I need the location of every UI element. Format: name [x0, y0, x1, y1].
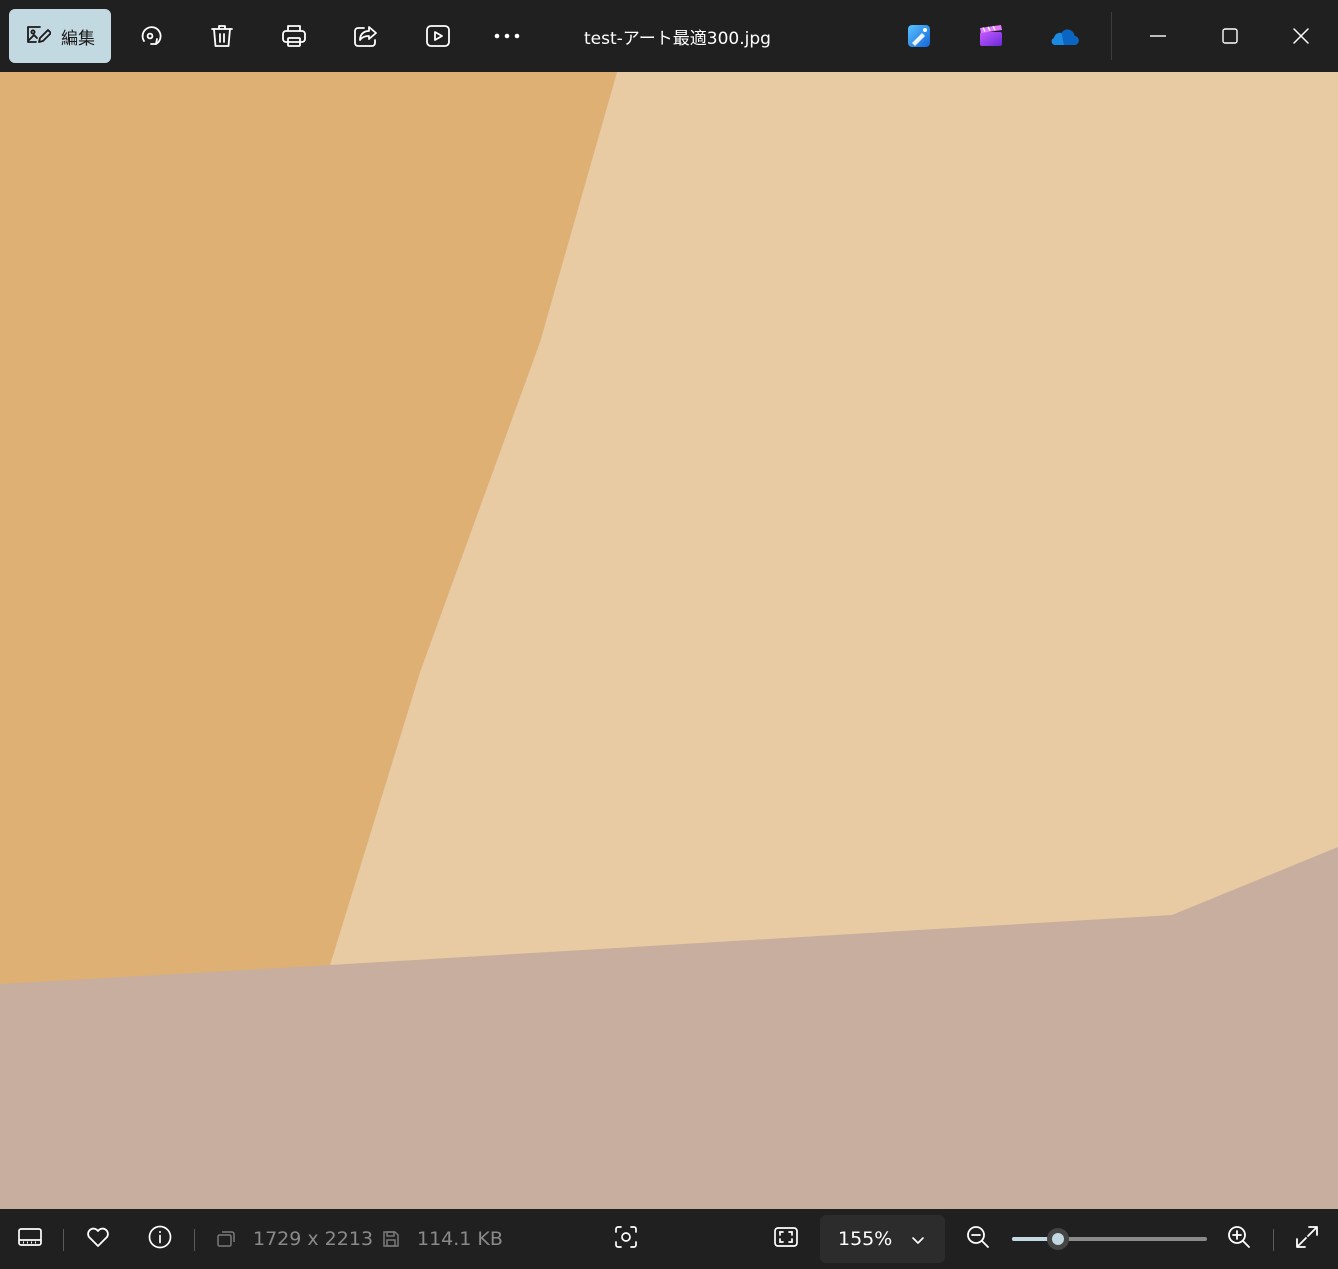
onedrive-button[interactable]	[1041, 14, 1085, 58]
file-title: test-アート最適300.jpg	[584, 29, 771, 49]
top-toolbar: 編集 test-アート最適300.jpg	[0, 0, 1338, 72]
favorite-button[interactable]	[78, 1219, 118, 1259]
photos-app-window: 編集 test-アート最適300.jpg 1729 x 2213 114.1 K…	[0, 0, 1338, 1269]
zoom-out-icon	[965, 1224, 991, 1254]
edit-button[interactable]: 編集	[9, 9, 111, 63]
slideshow-icon	[424, 23, 452, 49]
status-divider	[194, 1229, 195, 1251]
zoom-in-button[interactable]	[1219, 1219, 1259, 1259]
maximize-icon	[1221, 27, 1239, 45]
toolbar-divider	[1111, 12, 1112, 60]
more-options-button[interactable]	[485, 14, 529, 58]
photo-editor-app-button[interactable]	[897, 14, 941, 58]
filmstrip-icon	[17, 1226, 43, 1252]
rotate-icon	[136, 22, 164, 50]
trash-icon	[209, 23, 235, 49]
clipchamp-app-button[interactable]	[969, 14, 1013, 58]
heart-icon	[85, 1225, 111, 1253]
edit-image-icon	[25, 22, 52, 51]
photo-editor-app-icon	[906, 23, 932, 49]
file-info-button[interactable]	[140, 1219, 180, 1259]
chevron-down-icon	[911, 1228, 925, 1250]
image-canvas[interactable]	[0, 72, 1338, 1209]
file-size: 114.1 KB	[417, 1228, 503, 1250]
slideshow-button[interactable]	[416, 14, 460, 58]
print-icon	[280, 23, 308, 49]
filmstrip-button[interactable]	[10, 1219, 50, 1259]
zoom-level-value: 155%	[838, 1228, 893, 1250]
print-button[interactable]	[272, 14, 316, 58]
maximize-button[interactable]	[1208, 14, 1252, 58]
close-icon	[1292, 27, 1310, 45]
delete-button[interactable]	[200, 14, 244, 58]
fit-to-window-button[interactable]	[766, 1219, 806, 1259]
zoom-slider-thumb[interactable]	[1046, 1228, 1069, 1250]
fullscreen-icon	[1294, 1224, 1320, 1254]
edit-button-label: 編集	[61, 28, 95, 49]
share-button[interactable]	[344, 14, 388, 58]
clipchamp-app-icon	[977, 23, 1005, 49]
minimize-button[interactable]	[1136, 14, 1180, 58]
rotate-button[interactable]	[128, 14, 172, 58]
dimensions-icon	[216, 1230, 236, 1252]
status-divider	[63, 1229, 64, 1251]
image-dimensions: 1729 x 2213	[253, 1228, 374, 1250]
displayed-image	[0, 72, 1338, 1209]
share-icon	[352, 23, 380, 49]
fullscreen-button[interactable]	[1287, 1219, 1327, 1259]
fit-to-window-icon	[773, 1226, 799, 1252]
status-divider	[1273, 1229, 1274, 1251]
visual-search-icon	[613, 1224, 639, 1254]
more-icon	[493, 32, 521, 40]
visual-search-button[interactable]	[606, 1219, 646, 1259]
zoom-level-dropdown[interactable]: 155%	[820, 1215, 945, 1263]
zoom-in-icon	[1226, 1224, 1252, 1254]
zoom-slider[interactable]	[1012, 1228, 1207, 1250]
close-button[interactable]	[1279, 14, 1323, 58]
save-disk-icon	[382, 1230, 400, 1252]
minimize-icon	[1149, 27, 1167, 45]
info-icon	[147, 1224, 173, 1254]
zoom-out-button[interactable]	[958, 1219, 998, 1259]
onedrive-icon	[1047, 25, 1079, 47]
bottom-status-bar: 1729 x 2213 114.1 KB 155%	[0, 1209, 1338, 1269]
